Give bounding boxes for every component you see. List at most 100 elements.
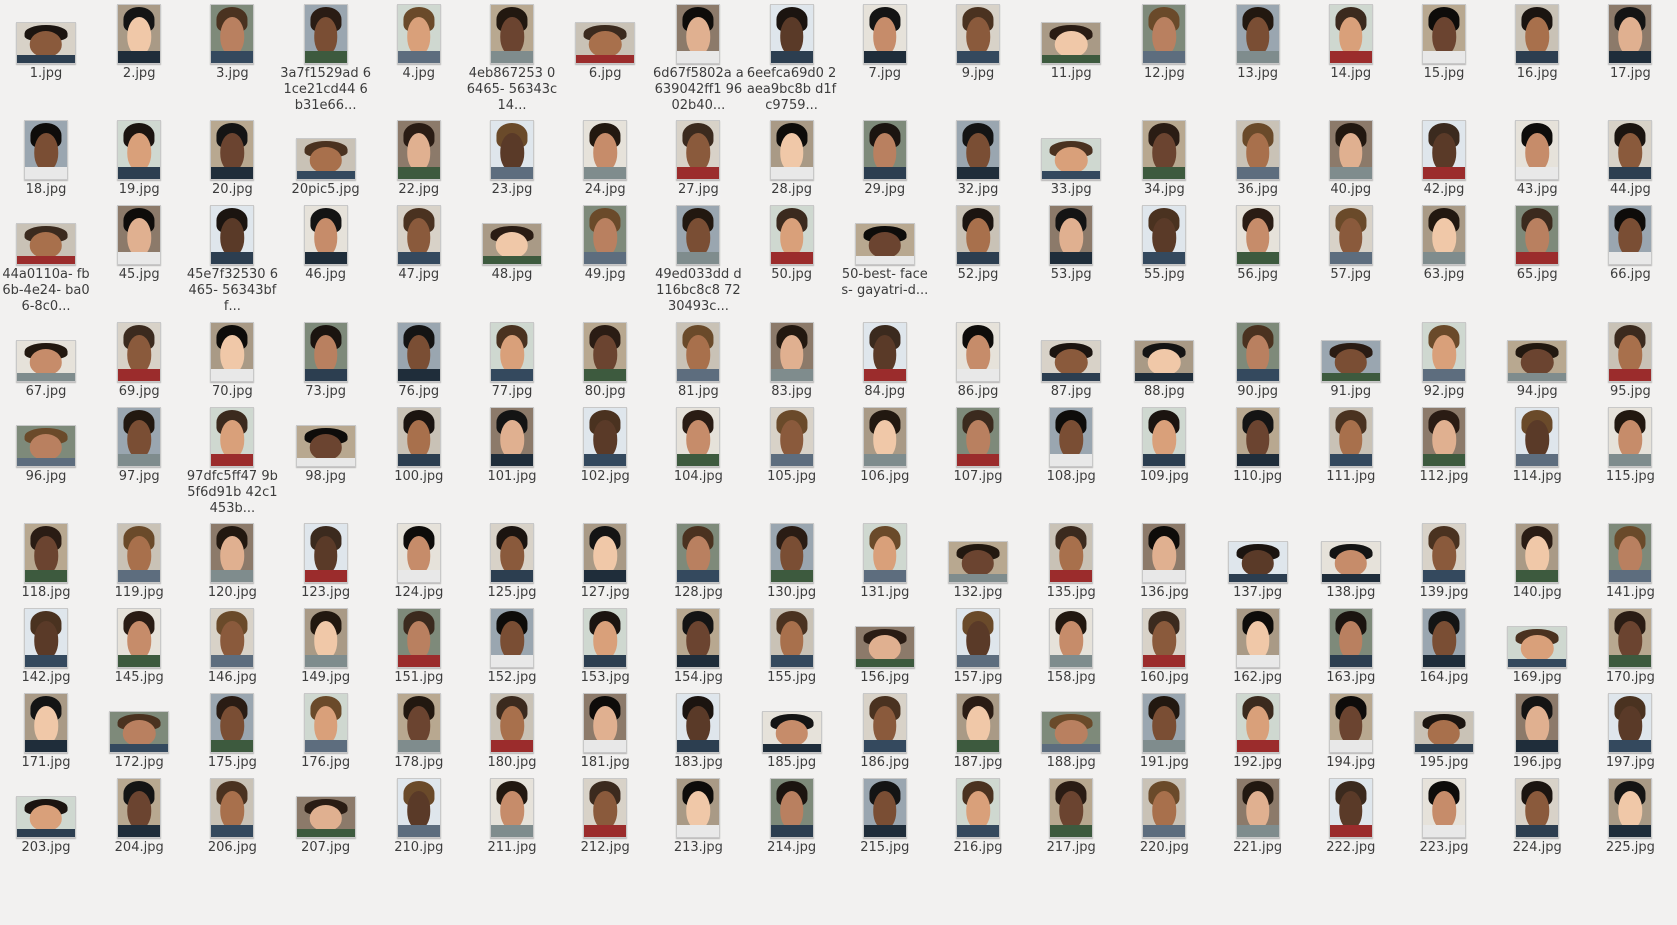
image-thumbnail[interactable] bbox=[1142, 120, 1187, 180]
image-thumbnail[interactable] bbox=[1515, 407, 1560, 467]
image-thumbnail[interactable] bbox=[862, 4, 907, 64]
file-item[interactable]: 115.jpg bbox=[1584, 407, 1676, 517]
image-thumbnail[interactable] bbox=[862, 693, 907, 753]
image-thumbnail[interactable] bbox=[1422, 407, 1466, 467]
image-thumbnail[interactable] bbox=[1328, 120, 1373, 180]
file-item[interactable]: 225.jpg bbox=[1584, 778, 1676, 888]
image-thumbnail[interactable] bbox=[303, 4, 348, 64]
file-item[interactable]: 6d67f5802a a639042ff1 9602b40... bbox=[652, 4, 744, 114]
image-thumbnail[interactable] bbox=[210, 778, 255, 838]
image-thumbnail[interactable] bbox=[490, 693, 534, 753]
file-item[interactable]: 217.jpg bbox=[1025, 778, 1117, 888]
image-thumbnail[interactable] bbox=[1235, 407, 1280, 467]
image-thumbnail[interactable] bbox=[1049, 608, 1094, 668]
image-thumbnail[interactable] bbox=[1422, 4, 1466, 64]
file-item[interactable]: 212.jpg bbox=[559, 778, 651, 888]
image-thumbnail[interactable] bbox=[396, 778, 441, 838]
image-thumbnail[interactable] bbox=[1515, 693, 1560, 753]
image-thumbnail[interactable] bbox=[396, 693, 441, 753]
image-thumbnail[interactable] bbox=[956, 608, 1000, 668]
image-thumbnail[interactable] bbox=[303, 608, 348, 668]
image-thumbnail[interactable] bbox=[1235, 120, 1280, 180]
image-thumbnail[interactable] bbox=[1142, 693, 1187, 753]
image-thumbnail[interactable] bbox=[583, 778, 628, 838]
file-item[interactable]: 15.jpg bbox=[1398, 4, 1490, 114]
image-thumbnail[interactable] bbox=[854, 626, 915, 668]
file-item[interactable]: 220.jpg bbox=[1118, 778, 1210, 888]
file-item[interactable]: 50.jpg bbox=[746, 205, 838, 315]
file-item[interactable]: 112.jpg bbox=[1398, 407, 1490, 517]
image-thumbnail[interactable] bbox=[482, 223, 542, 265]
image-thumbnail[interactable] bbox=[16, 22, 76, 64]
image-thumbnail[interactable] bbox=[303, 693, 348, 753]
file-item[interactable]: 107.jpg bbox=[932, 407, 1024, 517]
image-thumbnail[interactable] bbox=[1608, 4, 1653, 64]
file-item[interactable]: 13.jpg bbox=[1212, 4, 1304, 114]
file-item[interactable]: 1.jpg bbox=[0, 4, 92, 114]
file-item[interactable]: 45.jpg bbox=[93, 205, 185, 315]
image-thumbnail[interactable] bbox=[676, 4, 721, 64]
image-thumbnail[interactable] bbox=[956, 4, 1000, 64]
image-thumbnail[interactable] bbox=[303, 523, 348, 583]
image-thumbnail[interactable] bbox=[1608, 407, 1653, 467]
image-thumbnail[interactable] bbox=[1328, 205, 1373, 265]
image-thumbnail[interactable] bbox=[676, 693, 721, 753]
file-item[interactable]: 4eb867253 06465- 56343c14... bbox=[466, 4, 558, 114]
file-item[interactable]: 108.jpg bbox=[1025, 407, 1117, 517]
file-item[interactable]: 45e7f32530 6465- 56343bff... bbox=[186, 205, 278, 315]
file-item[interactable]: 98.jpg bbox=[280, 407, 372, 517]
file-item[interactable]: 9.jpg bbox=[932, 4, 1024, 114]
image-thumbnail[interactable] bbox=[769, 4, 814, 64]
file-item[interactable]: 47.jpg bbox=[373, 205, 465, 315]
image-thumbnail[interactable] bbox=[676, 523, 721, 583]
image-thumbnail[interactable] bbox=[396, 4, 441, 64]
image-thumbnail[interactable] bbox=[1608, 523, 1653, 583]
file-item[interactable]: 210.jpg bbox=[373, 778, 465, 888]
file-item[interactable]: 97dfc5ff47 9b5f6d91b 42c1453b... bbox=[186, 407, 278, 517]
image-thumbnail[interactable] bbox=[956, 693, 1000, 753]
image-thumbnail[interactable] bbox=[862, 120, 907, 180]
file-item[interactable]: 3.jpg bbox=[186, 4, 278, 114]
file-item[interactable]: 114.jpg bbox=[1491, 407, 1583, 517]
file-item[interactable]: 203.jpg bbox=[0, 778, 92, 888]
image-thumbnail[interactable] bbox=[862, 778, 907, 838]
image-thumbnail[interactable] bbox=[575, 22, 636, 64]
image-thumbnail[interactable] bbox=[1328, 778, 1373, 838]
image-thumbnail[interactable] bbox=[1142, 4, 1187, 64]
file-item[interactable]: 2.jpg bbox=[93, 4, 185, 114]
file-item[interactable]: 4.jpg bbox=[373, 4, 465, 114]
image-thumbnail[interactable] bbox=[1049, 205, 1094, 265]
image-thumbnail[interactable] bbox=[1049, 523, 1094, 583]
file-item[interactable]: 63.jpg bbox=[1398, 205, 1490, 315]
image-thumbnail[interactable] bbox=[583, 205, 628, 265]
image-thumbnail[interactable] bbox=[1041, 340, 1102, 382]
file-item[interactable]: 206.jpg bbox=[186, 778, 278, 888]
file-item[interactable]: 96.jpg bbox=[0, 407, 92, 517]
image-thumbnail[interactable] bbox=[117, 778, 162, 838]
file-item[interactable]: 49.jpg bbox=[559, 205, 651, 315]
file-item[interactable]: 204.jpg bbox=[93, 778, 185, 888]
image-thumbnail[interactable] bbox=[490, 608, 534, 668]
file-item[interactable]: 102.jpg bbox=[559, 407, 651, 517]
image-thumbnail[interactable] bbox=[210, 205, 255, 265]
image-thumbnail[interactable] bbox=[16, 223, 76, 265]
file-item[interactable]: 55.jpg bbox=[1118, 205, 1210, 315]
file-item[interactable]: 224.jpg bbox=[1491, 778, 1583, 888]
image-thumbnail[interactable] bbox=[1235, 778, 1280, 838]
file-item[interactable]: 66.jpg bbox=[1584, 205, 1676, 315]
image-thumbnail[interactable] bbox=[1608, 608, 1653, 668]
image-thumbnail[interactable] bbox=[1142, 778, 1187, 838]
image-thumbnail[interactable] bbox=[1227, 541, 1288, 583]
image-thumbnail[interactable] bbox=[109, 711, 170, 753]
file-item[interactable]: 207.jpg bbox=[280, 778, 372, 888]
image-thumbnail[interactable] bbox=[1328, 4, 1373, 64]
file-item[interactable]: 50-best- faces- gayatri-d... bbox=[839, 205, 931, 315]
image-thumbnail[interactable] bbox=[1414, 711, 1474, 753]
image-thumbnail[interactable] bbox=[1515, 205, 1560, 265]
file-item[interactable]: 49ed033dd d116bc8c8 7230493c... bbox=[652, 205, 744, 315]
image-thumbnail[interactable] bbox=[1235, 608, 1280, 668]
file-item[interactable]: 216.jpg bbox=[932, 778, 1024, 888]
image-thumbnail[interactable] bbox=[117, 4, 162, 64]
image-thumbnail[interactable] bbox=[1422, 205, 1466, 265]
image-thumbnail[interactable] bbox=[490, 523, 534, 583]
